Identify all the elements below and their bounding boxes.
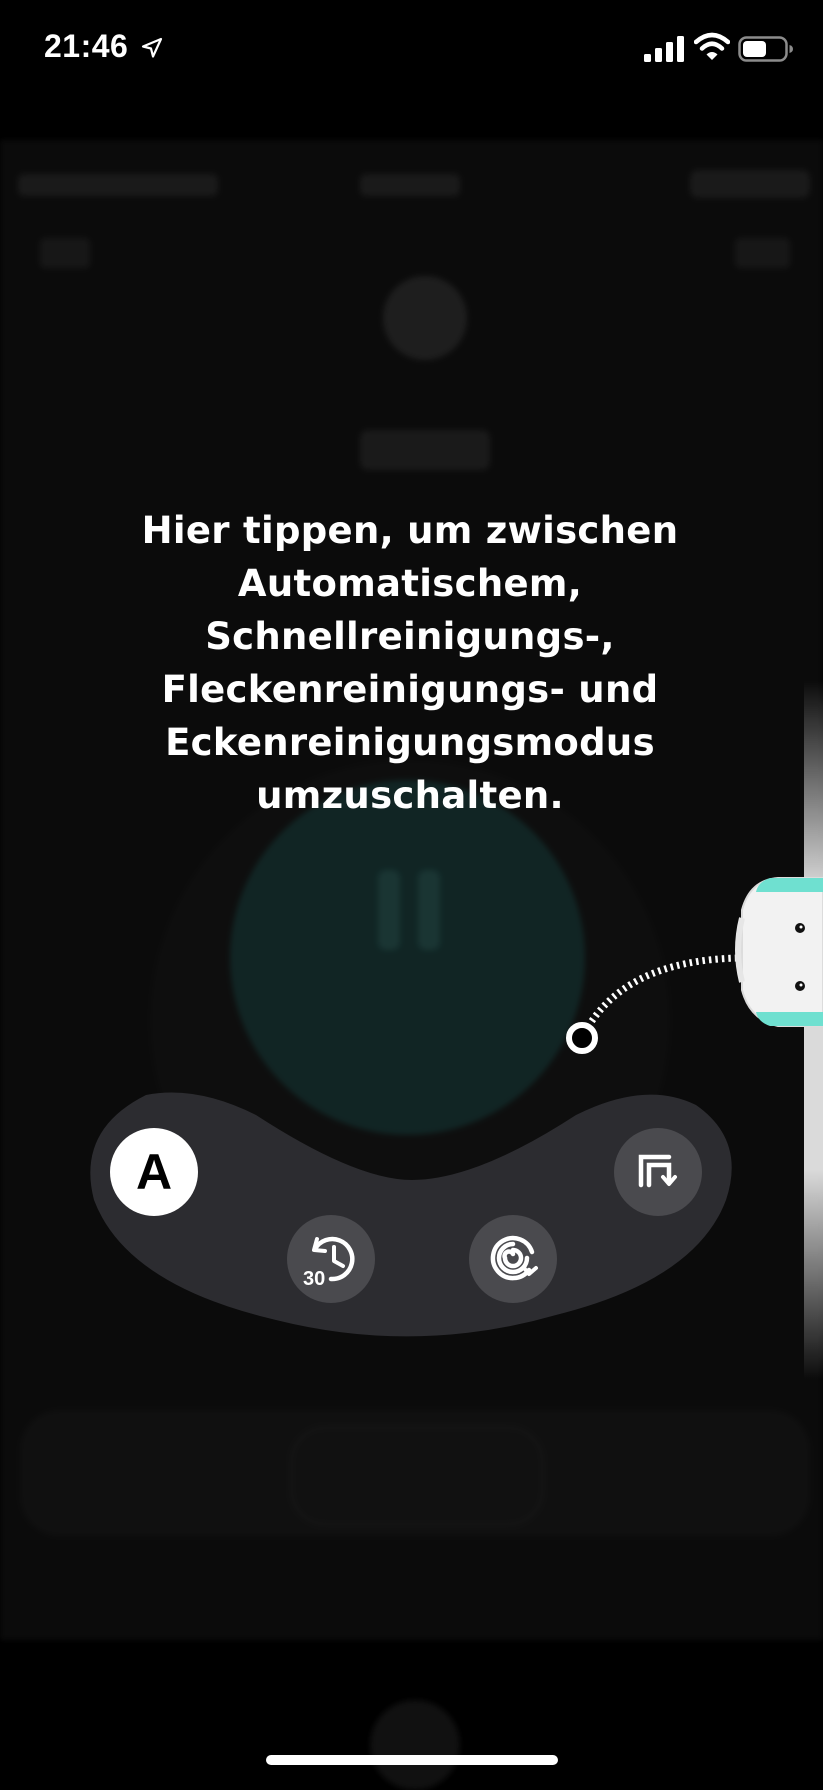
mode-edge-clean-button[interactable]	[614, 1128, 702, 1216]
mode-selector-panel	[90, 1092, 732, 1337]
mode-auto-button[interactable]: A	[110, 1128, 198, 1216]
auto-mode-icon: A	[135, 1144, 173, 1200]
battery-icon	[738, 36, 793, 62]
background-app-dimmed	[0, 140, 823, 1790]
location-arrow-icon	[141, 37, 163, 58]
spiral-spot-icon	[490, 1235, 538, 1281]
svg-text:30: 30	[303, 1268, 325, 1289]
bg-header-center	[360, 174, 460, 196]
status-bar: 21:46	[0, 0, 823, 100]
home-indicator[interactable]	[266, 1755, 558, 1765]
bg-header-left	[18, 174, 218, 196]
bg-tab-center	[290, 1426, 544, 1526]
bg-right-button	[735, 238, 790, 268]
bg-header-right	[690, 170, 810, 198]
bg-home-button	[370, 1700, 460, 1790]
robot-mascot-icon	[735, 877, 823, 1027]
status-time: 21:46	[44, 28, 129, 64]
wifi-icon	[694, 32, 730, 60]
bg-start-button	[230, 780, 585, 1135]
mode-spot-clean-button[interactable]	[469, 1215, 557, 1303]
tutorial-pointer-line	[566, 954, 741, 1054]
bg-pause-bar-left	[378, 870, 400, 950]
edge-corner-icon	[638, 1154, 677, 1188]
bg-mode-icon	[383, 276, 467, 360]
cellular-signal-icon	[644, 36, 684, 62]
bg-mode-label	[360, 430, 490, 470]
quick-clean-30-icon: 30	[303, 1236, 355, 1289]
bg-pause-bar-right	[418, 870, 440, 950]
tutorial-instruction-text: Hier tippen, um zwischen Automatischem, …	[141, 509, 679, 817]
bg-left-button	[40, 238, 90, 268]
mode-quick-clean-button[interactable]: 30	[287, 1215, 375, 1303]
